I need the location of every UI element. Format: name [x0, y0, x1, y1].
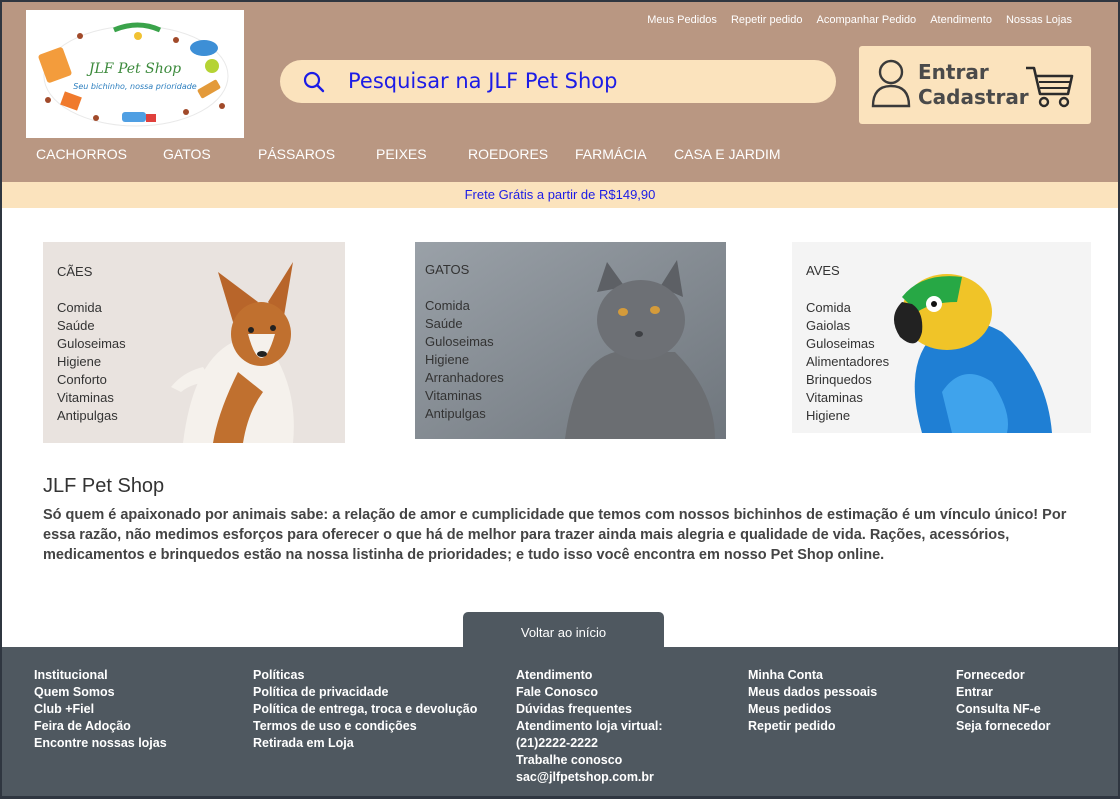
nav-item-farmacia[interactable]: FARMÁCIA	[575, 146, 647, 162]
login-link[interactable]: Entrar	[918, 60, 989, 84]
footer-link-feira-adocao[interactable]: Feira de Adoção	[34, 718, 167, 735]
footer-heading-fornecedor: Fornecedor	[956, 668, 1025, 682]
footer-link-meus-pedidos[interactable]: Meus pedidos	[748, 701, 877, 718]
card-link-dogs-conforto[interactable]: Conforto	[57, 371, 126, 389]
category-card-birds[interactable]: AVES Comida Gaiolas Guloseimas Alimentad…	[792, 242, 1091, 433]
footer-link-consulta-nfe[interactable]: Consulta NF-e	[956, 701, 1050, 718]
card-link-cats-antipulgas[interactable]: Antipulgas	[425, 405, 504, 423]
footer-link-seja-fornecedor[interactable]: Seja fornecedor	[956, 718, 1050, 735]
card-title-dogs[interactable]: CÃES	[57, 264, 92, 279]
footer-link-retirada[interactable]: Retirada em Loja	[253, 735, 477, 752]
main-nav: CACHORROS GATOS PÁSSAROS PEIXES ROEDORES…	[2, 146, 802, 168]
footer-heading-atendimento: Atendimento	[516, 668, 593, 682]
card-link-cats-vitaminas[interactable]: Vitaminas	[425, 387, 504, 405]
card-title-birds[interactable]: AVES	[806, 263, 840, 278]
top-link-acompanhar-pedido[interactable]: Acompanhar Pedido	[817, 14, 917, 26]
card-link-cats-arranhadores[interactable]: Arranhadores	[425, 369, 504, 387]
footer-link-fale-conosco[interactable]: Fale Conosco	[516, 684, 663, 701]
footer-link-entrar[interactable]: Entrar	[956, 684, 1050, 701]
footer-col-institucional: Institucional Quem Somos Club +Fiel Feir…	[34, 667, 167, 752]
header: JLF Pet Shop Seu bichinho, nossa priorid…	[2, 2, 1118, 182]
category-card-cats[interactable]: GATOS Comida Saúde Guloseimas Higiene Ar…	[415, 242, 726, 439]
footer-col-fornecedor: Fornecedor Entrar Consulta NF-e Seja for…	[956, 667, 1050, 735]
footer-link-quem-somos[interactable]: Quem Somos	[34, 684, 167, 701]
nav-item-peixes[interactable]: PEIXES	[376, 146, 427, 162]
footer-heading-politicas: Políticas	[253, 668, 305, 682]
logo-subtitle: Seu bichinho, nossa prioridade	[73, 82, 197, 91]
top-link-atendimento[interactable]: Atendimento	[930, 14, 992, 26]
footer: Institucional Quem Somos Club +Fiel Feir…	[2, 647, 1118, 796]
footer-link-trabalhe-conosco[interactable]: Trabalhe conosco	[516, 752, 663, 769]
card-link-cats-comida[interactable]: Comida	[425, 297, 504, 315]
top-link-nossas-lojas[interactable]: Nossas Lojas	[1006, 14, 1072, 26]
account-box[interactable]: Entrar Cadastrar	[859, 46, 1091, 124]
search-icon[interactable]	[302, 70, 326, 94]
nav-item-casa-e-jardim[interactable]: CASA E JARDIM	[674, 146, 781, 162]
card-link-dogs-comida[interactable]: Comida	[57, 299, 126, 317]
back-to-top-button[interactable]: Voltar ao início	[463, 612, 664, 650]
footer-link-termos[interactable]: Termos de uso e condições	[253, 718, 477, 735]
card-link-birds-alimentadores[interactable]: Alimentadores	[806, 353, 889, 371]
card-link-dogs-higiene[interactable]: Higiene	[57, 353, 126, 371]
nav-item-gatos[interactable]: GATOS	[163, 146, 211, 162]
footer-link-email[interactable]: sac@jlfpetshop.com.br	[516, 769, 663, 786]
footer-text-phone: (21)2222-2222	[516, 736, 599, 750]
top-links: Meus Pedidos Repetir pedido Acompanhar P…	[647, 14, 1072, 26]
card-list-dogs: Comida Saúde Guloseimas Higiene Conforto…	[57, 299, 126, 425]
user-icon	[871, 59, 911, 108]
card-link-birds-comida[interactable]: Comida	[806, 299, 889, 317]
footer-text-atendimento-virtual: Atendimento loja virtual:	[516, 719, 663, 733]
register-link[interactable]: Cadastrar	[918, 85, 1029, 109]
footer-link-dados-pessoais[interactable]: Meus dados pessoais	[748, 684, 877, 701]
nav-item-passaros[interactable]: PÁSSAROS	[258, 146, 335, 162]
footer-col-minha-conta: Minha Conta Meus dados pessoais Meus ped…	[748, 667, 877, 735]
footer-link-entrega-troca[interactable]: Política de entrega, troca e devolução	[253, 701, 477, 718]
category-card-dogs[interactable]: CÃES Comida Saúde Guloseimas Higiene Con…	[43, 242, 345, 443]
top-link-repetir-pedido[interactable]: Repetir pedido	[731, 14, 803, 26]
card-link-birds-guloseimas[interactable]: Guloseimas	[806, 335, 889, 353]
footer-heading-minha-conta: Minha Conta	[748, 668, 823, 682]
logo-title: JLF Pet Shop	[88, 61, 182, 77]
search-input[interactable]: Pesquisar na JLF Pet Shop	[348, 69, 617, 93]
footer-col-atendimento: Atendimento Fale Conosco Dúvidas frequen…	[516, 667, 663, 786]
nav-item-cachorros[interactable]: CACHORROS	[36, 146, 127, 162]
footer-link-encontre-lojas[interactable]: Encontre nossas lojas	[34, 735, 167, 752]
card-link-dogs-guloseimas[interactable]: Guloseimas	[57, 335, 126, 353]
footer-heading-institucional: Institucional	[34, 668, 108, 682]
card-link-birds-brinquedos[interactable]: Brinquedos	[806, 371, 889, 389]
footer-link-repetir-pedido[interactable]: Repetir pedido	[748, 718, 877, 735]
search-bar[interactable]: Pesquisar na JLF Pet Shop	[280, 60, 836, 103]
top-link-meus-pedidos[interactable]: Meus Pedidos	[647, 14, 717, 26]
free-shipping-banner: Frete Grátis a partir de R$149,90	[2, 182, 1118, 208]
page: JLF Pet Shop Seu bichinho, nossa priorid…	[2, 2, 1118, 796]
card-link-birds-higiene[interactable]: Higiene	[806, 407, 889, 425]
cart-icon[interactable]	[1024, 64, 1074, 110]
footer-link-privacidade[interactable]: Política de privacidade	[253, 684, 477, 701]
card-link-dogs-antipulgas[interactable]: Antipulgas	[57, 407, 126, 425]
card-list-cats: Comida Saúde Guloseimas Higiene Arranhad…	[425, 297, 504, 423]
card-link-birds-vitaminas[interactable]: Vitaminas	[806, 389, 889, 407]
card-link-dogs-saude[interactable]: Saúde	[57, 317, 126, 335]
card-link-cats-guloseimas[interactable]: Guloseimas	[425, 333, 504, 351]
footer-col-politicas: Políticas Política de privacidade Políti…	[253, 667, 477, 752]
card-link-dogs-vitaminas[interactable]: Vitaminas	[57, 389, 126, 407]
card-link-cats-saude[interactable]: Saúde	[425, 315, 504, 333]
footer-link-club-fiel[interactable]: Club +Fiel	[34, 701, 167, 718]
card-title-cats[interactable]: GATOS	[425, 262, 469, 277]
logo[interactable]: JLF Pet Shop Seu bichinho, nossa priorid…	[26, 10, 244, 138]
card-link-cats-higiene[interactable]: Higiene	[425, 351, 504, 369]
card-list-birds: Comida Gaiolas Guloseimas Alimentadores …	[806, 299, 889, 425]
footer-link-duvidas[interactable]: Dúvidas frequentes	[516, 701, 663, 718]
about-text: Só quem é apaixonado por animais sabe: a…	[43, 507, 1067, 563]
nav-item-roedores[interactable]: ROEDORES	[468, 146, 548, 162]
about-title: JLF Pet Shop	[43, 475, 165, 497]
card-link-birds-gaiolas[interactable]: Gaiolas	[806, 317, 889, 335]
